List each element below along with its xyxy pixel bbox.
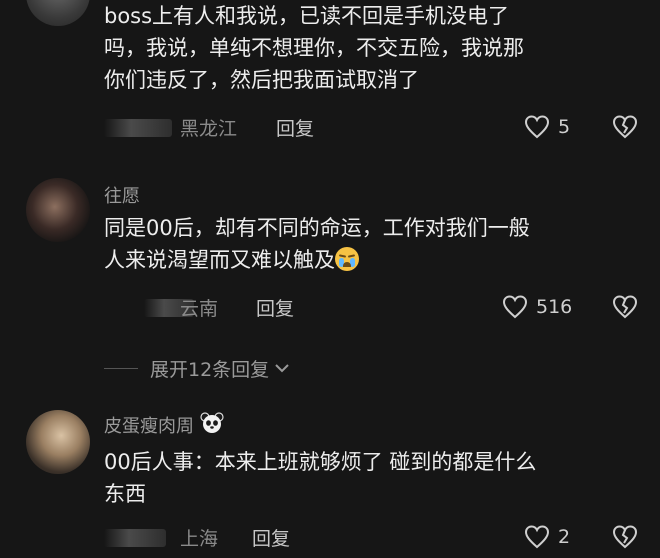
like-count: 2: [558, 526, 571, 548]
broken-heart-icon[interactable]: [612, 295, 638, 319]
blurred-timestamp: [104, 119, 172, 137]
like-count: 5: [558, 116, 571, 138]
panda-face-icon: [200, 412, 224, 433]
expand-replies-button[interactable]: 展开12条回复: [104, 354, 291, 382]
reply-button[interactable]: 回复: [252, 524, 290, 551]
like-button[interactable]: 516: [502, 292, 572, 322]
broken-heart-icon[interactable]: [612, 525, 638, 549]
comment-text-line: 东西: [104, 482, 146, 506]
comment-text-line: 00后人事：本来上班就够烦了 碰到的都是什么: [104, 450, 537, 474]
comment-meta: 黑龙江 回复 5: [104, 112, 644, 142]
location-label: 上海: [180, 528, 219, 550]
avatar[interactable]: [26, 178, 90, 242]
broken-heart-icon[interactable]: [612, 115, 638, 139]
comment-text-line: boss上有人和我说，已读不回是手机没电了: [104, 4, 510, 28]
blurred-timestamp: [104, 529, 166, 547]
comment-meta: 云南 回复 516: [104, 292, 644, 322]
avatar[interactable]: [26, 410, 90, 474]
expand-replies-label: 展开12条回复: [150, 358, 270, 381]
username-text: 皮蛋瘦肉周: [104, 416, 194, 437]
divider-line: [104, 367, 138, 369]
heart-icon: [502, 295, 528, 319]
comment-text-line: 人来说渴望而又难以触及: [104, 244, 644, 276]
comment-text: 00后人事：本来上班就够烦了 碰到的都是什么 东西: [104, 446, 644, 510]
comment-text-fragment: 人来说渴望而又难以触及: [104, 248, 335, 272]
comment-text-line: 你们违反了，然后把我面试取消了: [104, 68, 419, 92]
comment-text: boss上有人和我说，已读不回是手机没电了 吗，我说，单纯不想理你，不交五险，我…: [104, 0, 644, 96]
username[interactable]: 皮蛋瘦肉周: [104, 412, 224, 438]
location-label: 云南: [180, 298, 219, 320]
heart-icon: [524, 115, 550, 139]
username[interactable]: 往愿: [104, 182, 140, 208]
loudly-crying-face-icon: [335, 247, 359, 271]
chevron-down-icon: [275, 364, 289, 373]
like-count: 516: [536, 296, 573, 318]
reply-button[interactable]: 回复: [256, 294, 294, 321]
comment-text-line: 吗，我说，单纯不想理你，不交五险，我说那: [104, 36, 524, 60]
comment-text-line: 同是00后，却有不同的命运，工作对我们一般: [104, 216, 530, 240]
location-label: 黑龙江: [180, 118, 238, 140]
like-button[interactable]: 2: [524, 522, 570, 552]
like-button[interactable]: 5: [524, 112, 570, 142]
comment-text: 同是00后，却有不同的命运，工作对我们一般 人来说渴望而又难以触及: [104, 212, 644, 276]
reply-button[interactable]: 回复: [276, 114, 314, 141]
avatar[interactable]: [26, 0, 90, 26]
comment-meta: 上海 回复 2: [104, 522, 644, 552]
heart-icon: [524, 525, 550, 549]
